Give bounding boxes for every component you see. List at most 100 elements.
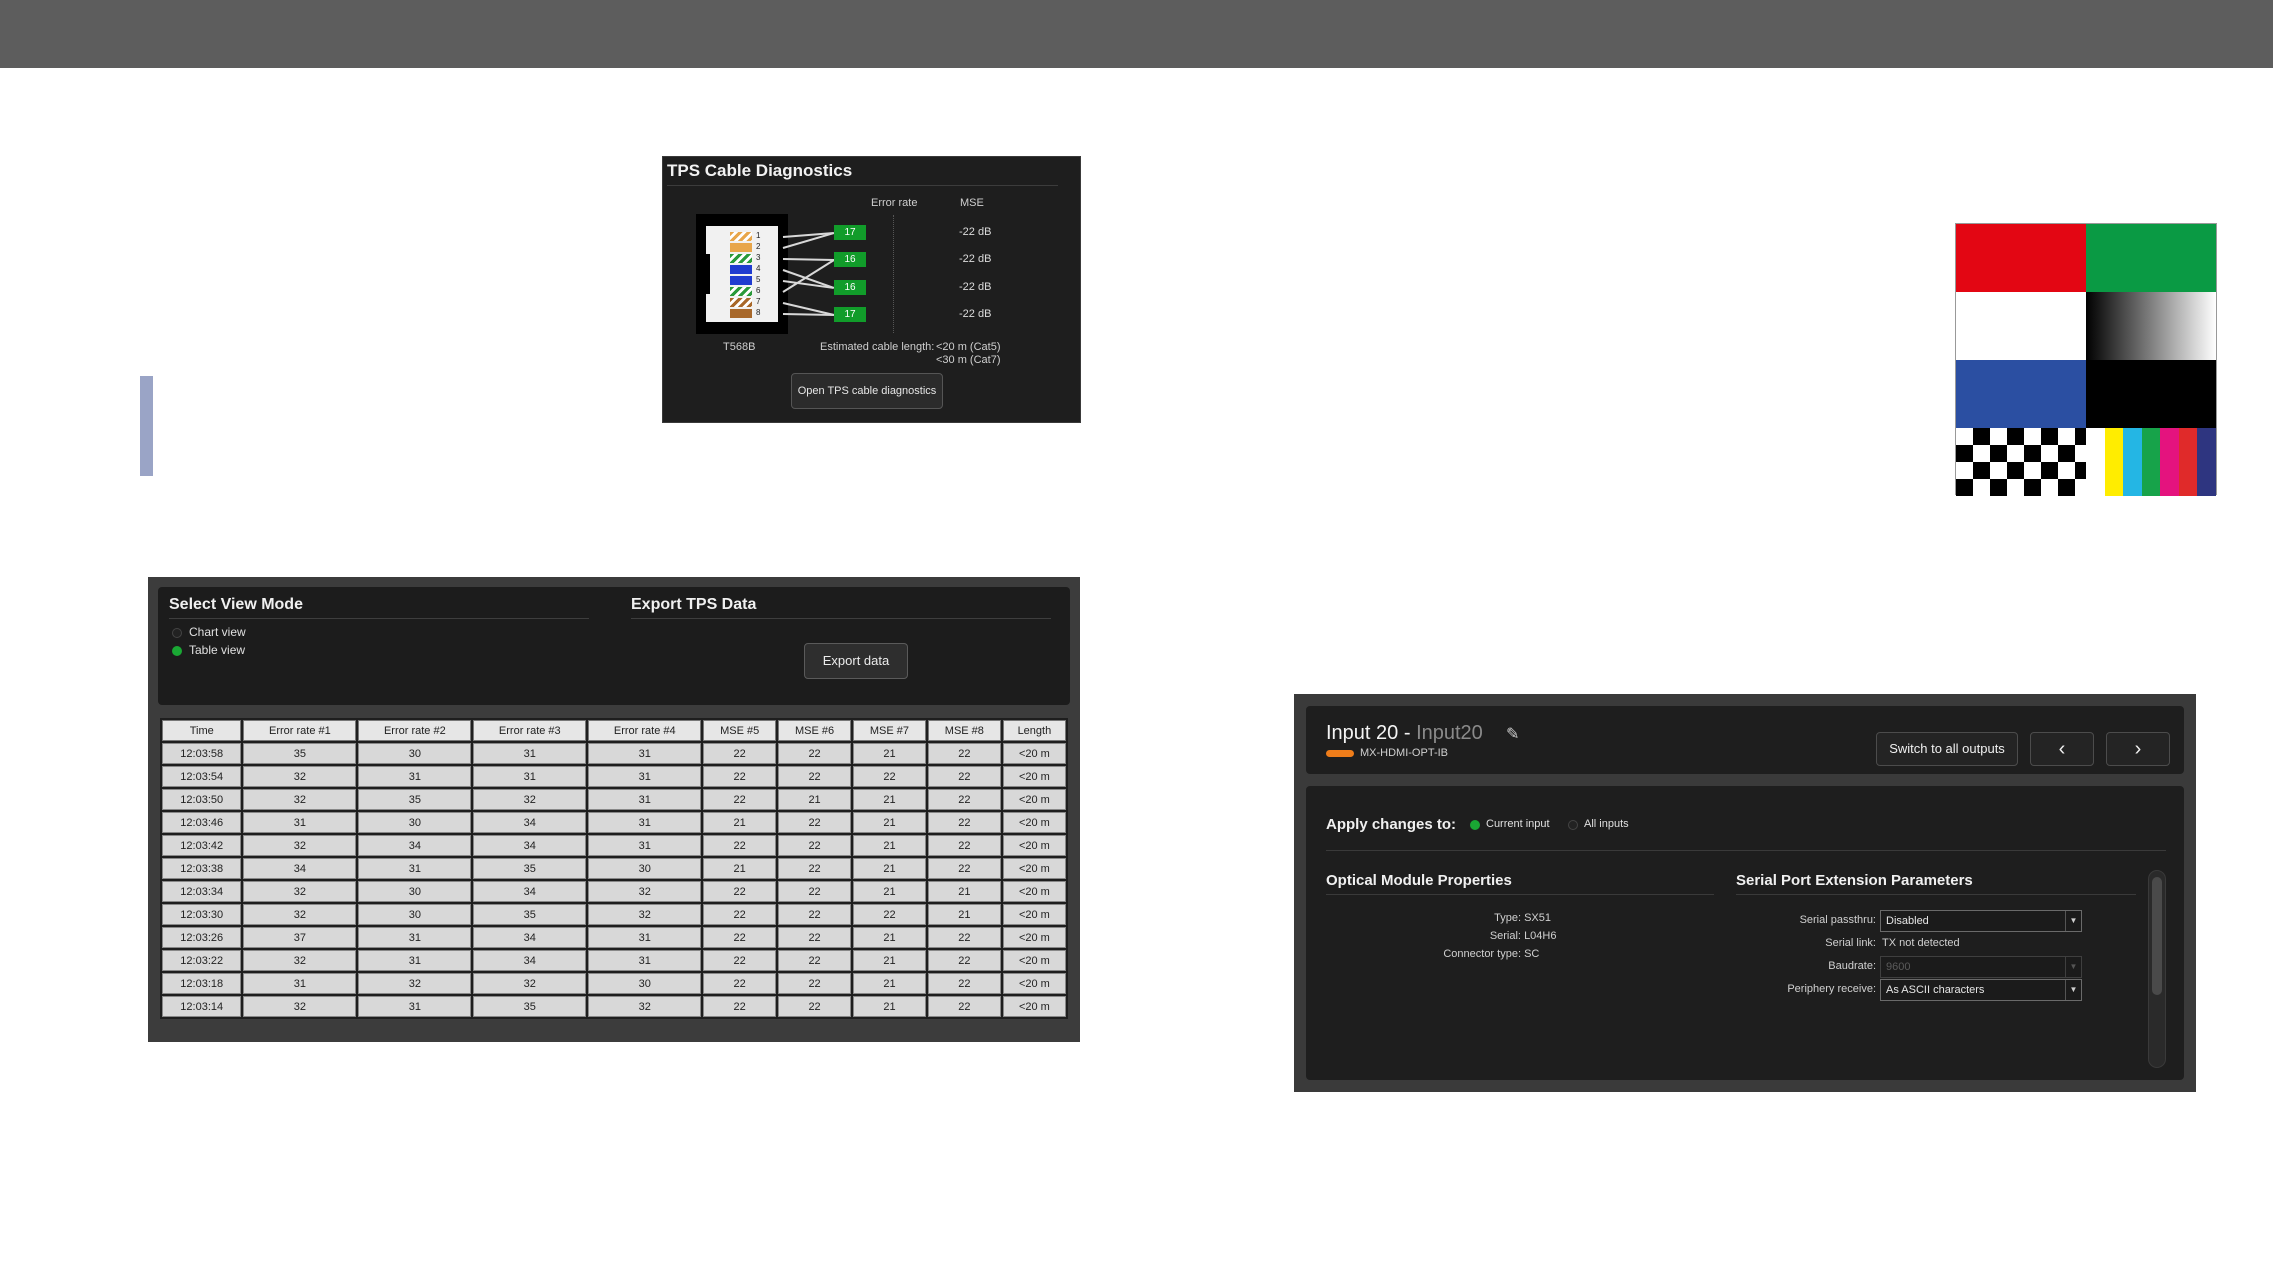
table-cell: 35 (473, 904, 587, 925)
export-title: Export TPS Data (631, 596, 757, 613)
table-row: 12:03:54 32 31 31 31 22 22 22 22 <20 m (162, 766, 1066, 787)
pattern-color-bar (2086, 428, 2105, 496)
table-cell: 21 (853, 812, 926, 833)
rj45-pin-number: 6 (756, 286, 761, 295)
scrollbar-thumb[interactable] (2152, 877, 2162, 995)
table-cell: 12:03:34 (162, 881, 242, 902)
rj45-pin (730, 254, 752, 263)
next-input-button[interactable]: › (2106, 732, 2170, 766)
all-inputs-radio[interactable] (1568, 820, 1578, 830)
chart-view-label[interactable]: Chart view (189, 625, 246, 639)
periphery-receive-select[interactable]: As ASCII characters ▼ (1880, 979, 2082, 1001)
table-cell: 32 (473, 973, 587, 994)
table-view-label[interactable]: Table view (189, 643, 245, 657)
table-cell: 32 (588, 881, 702, 902)
table-cell: <20 m (1002, 973, 1066, 994)
table-column-header[interactable]: MSE #7 (853, 720, 926, 741)
serial-passthru-label: Serial passthru: (1799, 914, 1876, 926)
table-column-header[interactable]: Error rate #3 (473, 720, 587, 741)
rj45-pin (730, 287, 752, 296)
table-cell: 21 (853, 973, 926, 994)
table-cell: 32 (243, 835, 357, 856)
table-cell: 32 (243, 881, 357, 902)
table-column-header[interactable]: Length (1002, 720, 1066, 741)
all-inputs-label[interactable]: All inputs (1584, 818, 1629, 830)
open-tps-diagnostics-button[interactable]: Open TPS cable diagnostics (791, 373, 943, 409)
mse-header: MSE (960, 197, 984, 209)
table-cell: 31 (588, 766, 702, 787)
table-cell: 35 (243, 743, 357, 764)
table-cell: 22 (778, 766, 852, 787)
table-cell: 32 (588, 996, 702, 1017)
current-input-radio[interactable] (1470, 820, 1480, 830)
table-column-header[interactable]: MSE #6 (778, 720, 852, 741)
settings-scrollbar[interactable] (2148, 870, 2166, 1068)
table-cell: 30 (358, 881, 472, 902)
table-row: 12:03:46 31 30 34 31 21 22 21 22 <20 m (162, 812, 1066, 833)
table-cell: 22 (853, 904, 926, 925)
input-title: Input 20 - Input20 (1326, 722, 1483, 745)
pattern-red-block (1956, 224, 2086, 292)
signal-status-indicator (1326, 750, 1354, 757)
input-title-prefix: Input 20 - (1326, 722, 1411, 744)
rj45-pin-number: 5 (756, 275, 761, 284)
table-cell: 21 (853, 858, 926, 879)
edit-pencil-icon[interactable]: ✎ (1506, 724, 1519, 744)
table-cell: 12:03:54 (162, 766, 242, 787)
table-view-radio[interactable] (172, 646, 182, 656)
table-cell: 30 (588, 858, 702, 879)
table-cell: 22 (927, 812, 1001, 833)
table-column-header[interactable]: Error rate #4 (588, 720, 702, 741)
table-column-header[interactable]: Error rate #1 (243, 720, 357, 741)
table-cell: 32 (243, 904, 357, 925)
table-cell: 22 (703, 996, 777, 1017)
input-alias[interactable]: Input20 (1416, 722, 1483, 744)
table-cell: 31 (473, 766, 587, 787)
table-column-header[interactable]: MSE #5 (703, 720, 777, 741)
serial-passthru-select[interactable]: Disabled ▼ (1880, 910, 2082, 932)
previous-input-button[interactable]: ‹ (2030, 732, 2094, 766)
table-cell: 22 (778, 743, 852, 764)
serial-link-label: Serial link: (1825, 937, 1876, 949)
table-cell: 21 (703, 858, 777, 879)
table-cell: 22 (703, 973, 777, 994)
table-cell: 21 (927, 881, 1001, 902)
table-cell: 22 (778, 812, 852, 833)
export-data-button[interactable]: Export data (804, 643, 908, 679)
table-cell: 22 (703, 743, 777, 764)
table-column-header[interactable]: Error rate #2 (358, 720, 472, 741)
switch-to-all-outputs-button[interactable]: Switch to all outputs (1876, 732, 2018, 766)
table-cell: 22 (778, 973, 852, 994)
table-cell: 12:03:46 (162, 812, 242, 833)
rj45-pin (730, 265, 752, 274)
table-cell: 21 (778, 789, 852, 810)
table-row: 12:03:42 32 34 34 31 22 22 21 22 <20 m (162, 835, 1066, 856)
table-cell: 22 (853, 766, 926, 787)
table-row: 12:03:22 32 31 34 31 22 22 21 22 <20 m (162, 950, 1066, 971)
table-cell: 22 (703, 904, 777, 925)
chart-view-radio[interactable] (172, 628, 182, 638)
chevron-down-icon: ▼ (2065, 957, 2081, 977)
pair-error-rate-badge: 17 (834, 307, 866, 322)
test-pattern-image (1955, 223, 2217, 496)
current-input-label[interactable]: Current input (1486, 818, 1550, 830)
table-cell: 22 (703, 881, 777, 902)
pattern-green-block (2086, 224, 2216, 292)
optical-connector-type: Connector type: SC (1443, 948, 1540, 960)
table-cell: 31 (588, 950, 702, 971)
tps-cable-diagnostics-panel: TPS Cable Diagnostics Error rate MSE 1 2 3… (662, 156, 1081, 423)
optical-serial: Serial: L04H6 (1489, 930, 1557, 942)
table-cell: 34 (473, 812, 587, 833)
table-cell: 32 (588, 904, 702, 925)
top-header-bar (0, 0, 2273, 68)
estimated-length-cat5: <20 m (Cat5) (936, 341, 1001, 353)
table-column-header[interactable]: Time (162, 720, 242, 741)
pattern-color-bar (2123, 428, 2142, 496)
table-column-header[interactable]: MSE #8 (927, 720, 1001, 741)
table-row: 12:03:38 34 31 35 30 21 22 21 22 <20 m (162, 858, 1066, 879)
rj45-pin (730, 232, 752, 241)
table-cell: 31 (358, 858, 472, 879)
table-cell: 22 (927, 927, 1001, 948)
baudrate-label: Baudrate: (1828, 960, 1876, 972)
table-cell: 32 (243, 950, 357, 971)
